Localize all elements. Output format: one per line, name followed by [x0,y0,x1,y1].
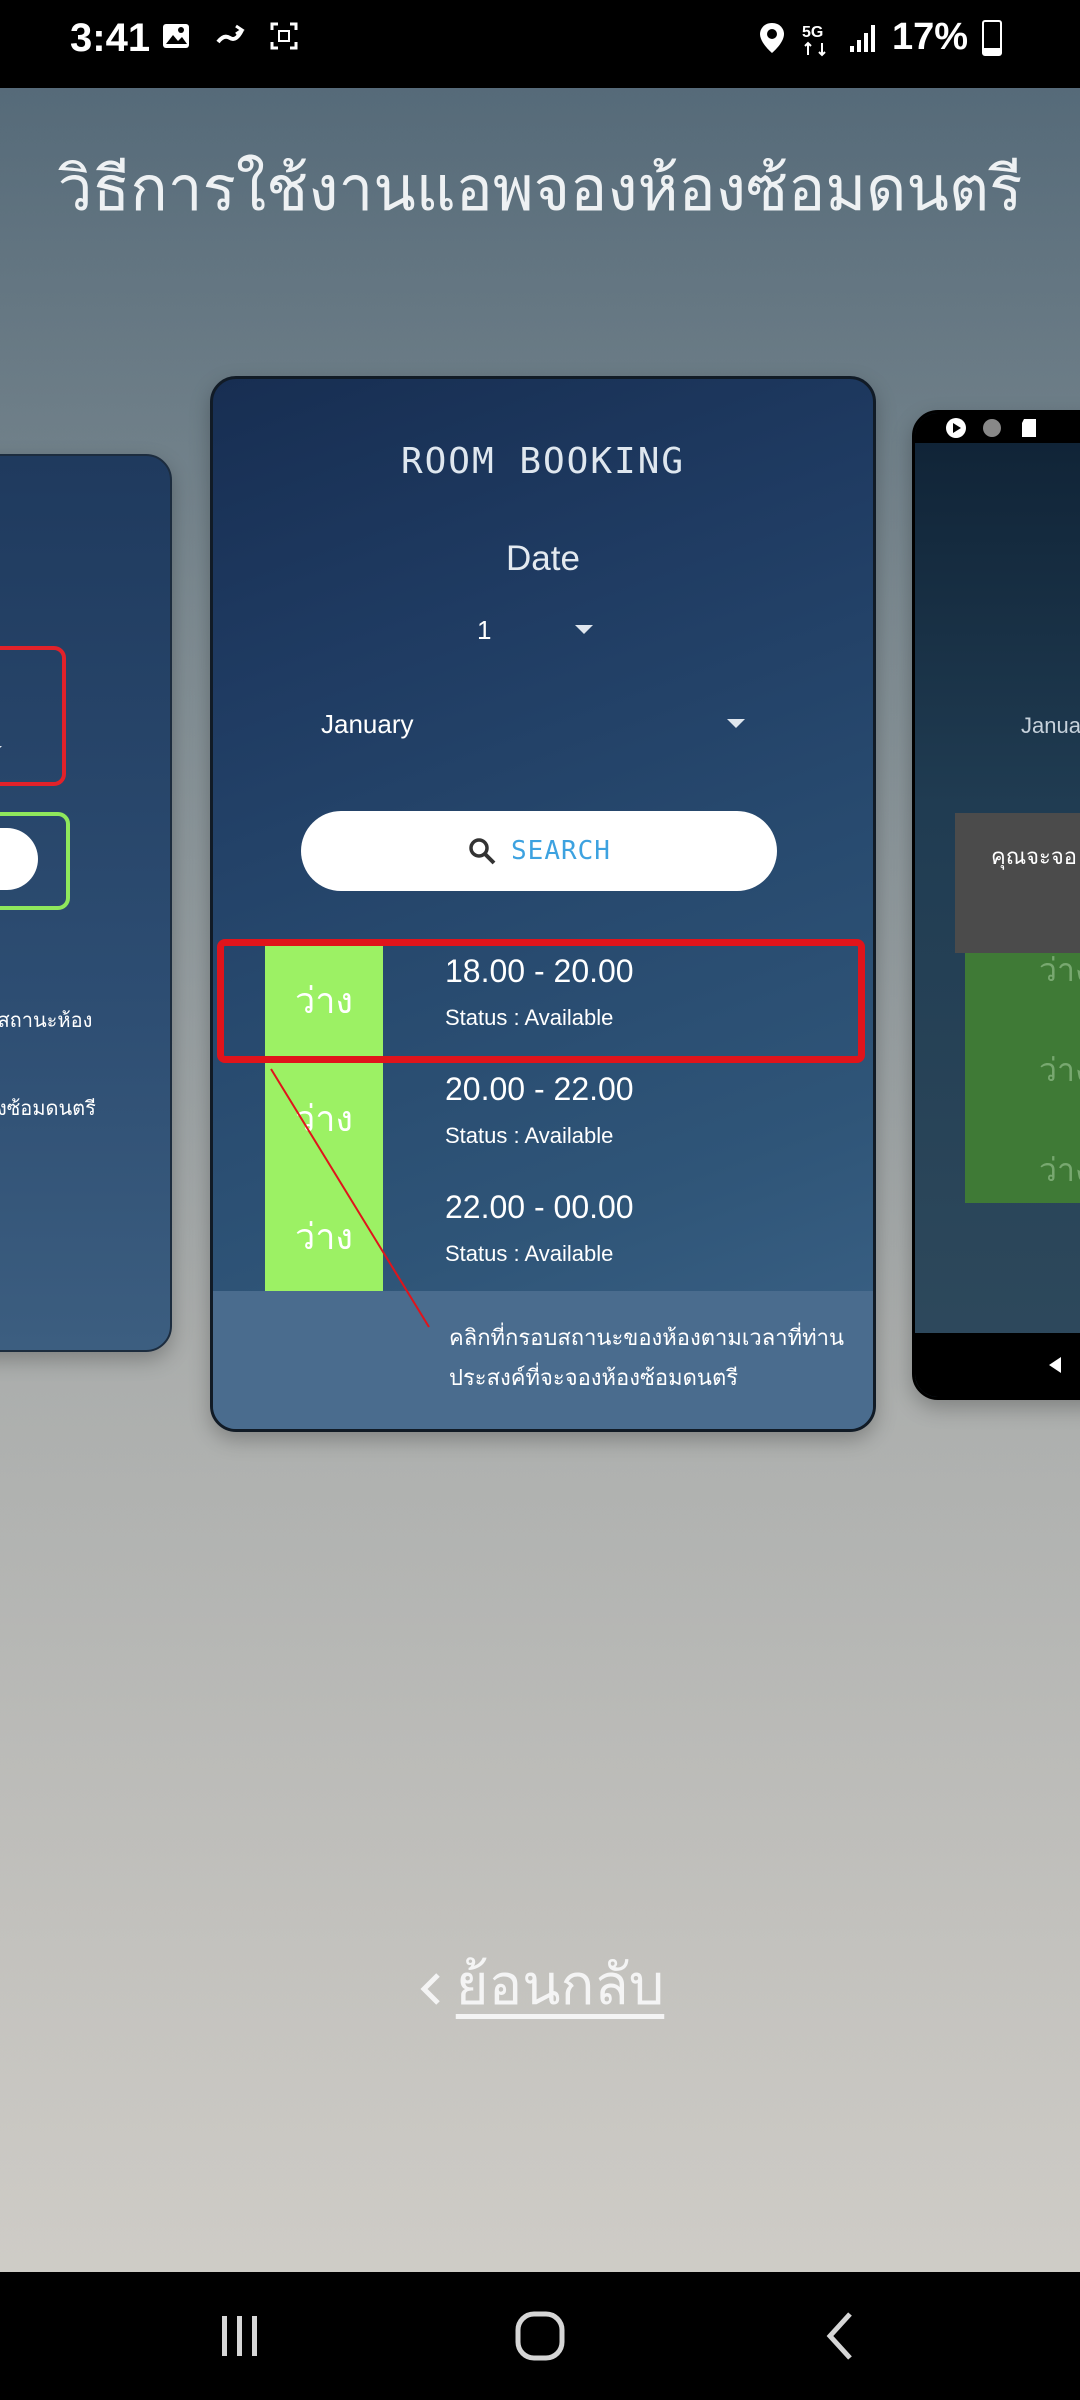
highlight-box [217,939,865,1063]
room-booking-title: ROOM BOOKING [400,441,686,482]
slot-badge[interactable]: ว่าง [265,1177,383,1295]
cast-icon [216,24,245,44]
available-badge: ว่าง [1039,1051,1080,1089]
battery-percent: 17% [891,16,968,58]
slot-time: 20.00 - 22.00 [445,1071,634,1107]
date-label: Date [506,539,580,578]
screenshot-icon [270,22,298,50]
5g-icon: 5G [802,24,826,56]
note-line: คลิกที่กรอบสถานะของห้องตามเวลาที่ท่าน [449,1326,844,1351]
chevron-left-icon [420,1973,440,2005]
svg-text:5G: 5G [802,24,823,41]
back-link[interactable]: ย้อนกลับ [0,1940,1080,2029]
slot-status: Status : Available [445,1241,614,1266]
image-icon [163,24,189,48]
confirm-dialog: คุณจะจอ [955,813,1080,953]
slot-status: Status : Available [445,1123,614,1148]
search-icon [469,838,496,865]
signal-icon [849,24,875,52]
back-icon[interactable] [812,2306,872,2366]
back-triangle-icon [1049,1357,1061,1373]
dropdown-caret-icon [0,746,2,755]
note-line: ประสงค์ที่จะจองห้องซ้อมดนตรี [449,1366,739,1391]
slide-text-1: ของสถานะห้อง [0,1008,93,1032]
back-label: ย้อนกลับ [455,1953,665,2018]
next-slide-card[interactable]: Janua ว่าง ว่าง ว่าง คุณจะจอ [912,410,1080,1400]
recent-apps-icon[interactable] [210,2306,270,2366]
page-title: วิธีการใช้งานแอพจองห้องซ้อมดนตรี [57,152,1023,225]
battery-icon [982,19,1002,56]
chevron-down-icon [727,719,745,728]
dialog-text: คุณจะจอ [991,845,1077,870]
day-dropdown[interactable]: 1 [477,615,491,646]
mini-nav-bar [915,1333,1080,1397]
current-slide-card: ROOM BOOKING Date 1 January SEARCH ว่าง … [210,376,876,1432]
chevron-down-icon [575,625,593,634]
status-bar: 3:41 5G 17% [0,0,1080,88]
instruction-note: คลิกที่กรอบสถานะของห้องตามเวลาที่ท่าน ปร… [449,1319,859,1399]
month-dropdown[interactable]: January [321,709,414,740]
slot-time: 22.00 - 00.00 [445,1189,634,1225]
system-nav-bar [0,2272,1080,2400]
slot-badge[interactable]: ว่าง [265,1059,383,1177]
month-partial: Janua [1021,713,1080,738]
search-button[interactable]: SEARCH [301,811,777,891]
play-icon [946,418,966,438]
available-badge: ว่าง [1039,1151,1080,1189]
highlight-box-red [0,646,66,786]
home-icon[interactable] [510,2306,570,2366]
slide-text-2: งห้องซ้อมดนตรี [0,1096,96,1120]
location-icon [759,22,784,53]
clock: 3:41 [70,16,151,60]
circle-icon [983,419,1001,437]
previous-slide-card[interactable]: ของสถานะห้อง งห้องซ้อมดนตรี [0,454,172,1352]
search-label: SEARCH [511,836,611,866]
sd-card-icon [1022,419,1036,437]
mini-status-bar [915,413,1080,443]
